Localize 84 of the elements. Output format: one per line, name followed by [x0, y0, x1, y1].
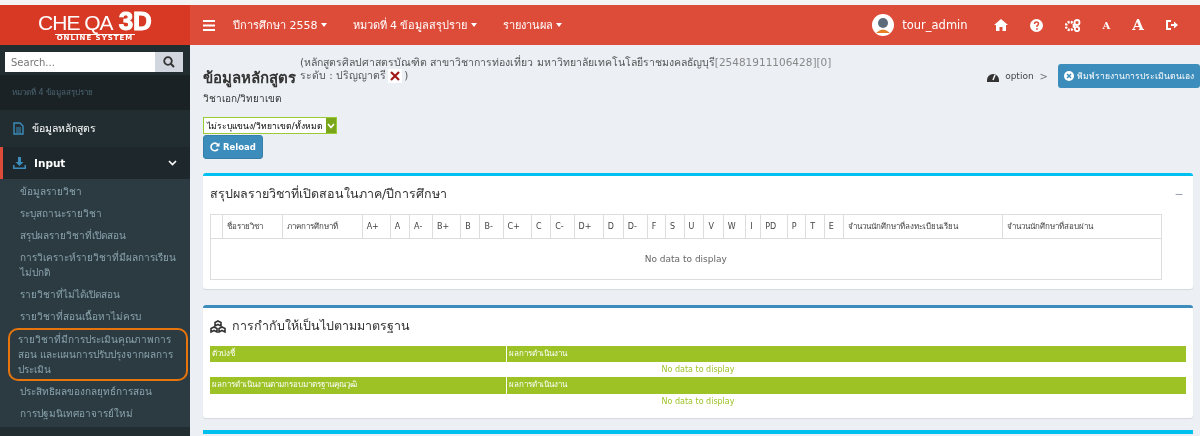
sidebar-section-header: หมวดที่ 4 ข้อมูลสรุปราย	[0, 75, 190, 110]
empty-table-message: No data to display	[660, 364, 736, 377]
column-header: P	[787, 214, 806, 239]
sidebar-subitem[interactable]: รายวิชาที่สอนเนื้อหาไม่ครบ	[8, 306, 188, 328]
blank-header-cell	[210, 214, 223, 239]
column-header: ผลการดำเนินงาน	[508, 348, 569, 360]
program-name: (หลักสูตรศิลปศาสตรบัณฑิต สาขาวิชาการท่องเที่ยว มหาวิทยาลัยเทคโนโลยีราชมงคลธัญบุรี	[300, 56, 715, 68]
column-header: PD	[760, 214, 788, 239]
column-header: B-	[479, 214, 504, 239]
column-header: B+	[432, 214, 461, 239]
column-header: จำนวนนักศึกษาที่ลงทะเบียนเรียน	[843, 214, 1003, 239]
breadcrumb-link[interactable]: option	[1005, 71, 1034, 81]
logout-icon[interactable]	[1166, 19, 1178, 31]
program-code: [25481911106428][0]	[714, 56, 832, 68]
column-header: ตัวบ่งชี้	[210, 346, 507, 363]
chevron-down-icon	[326, 122, 335, 129]
home-icon[interactable]	[993, 19, 1008, 31]
print-report-button[interactable]: พิมพ์รายงานการประเมินตนเอง	[1058, 64, 1200, 88]
document-icon	[13, 122, 24, 135]
column-header: I	[745, 214, 761, 239]
nav-dropdown[interactable]: หมวดที่ 4 ข้อมูลสรุปราย	[352, 16, 477, 34]
close-circle-icon	[1064, 71, 1074, 81]
campus-select[interactable]: ไม่ระบุแขนง/วิทยาเขต/ทั้งหมด	[203, 117, 337, 134]
sidebar-subitem[interactable]: ระบุสถานะรายวิชา	[8, 203, 188, 225]
column-header: ผลการดำเนินงาน	[508, 379, 569, 392]
sidebar-subitem[interactable]: สรุปผลรายวิชาที่เปิดสอน	[8, 225, 188, 247]
reload-button[interactable]: Reload	[203, 135, 263, 159]
username[interactable]: tour_admin	[902, 18, 968, 32]
logo-accent-text: 3D	[118, 7, 152, 34]
cubes-icon	[210, 319, 226, 333]
sidebar-subitem[interactable]: รายวิชาที่มีการประเมินคุณภาพการสอน และแผนการปรับปรุงจากผลการประเมิน	[8, 328, 188, 381]
search-button[interactable]	[155, 52, 183, 72]
column-header: ภาคการศึกษาที่	[282, 214, 363, 239]
column-header: U	[684, 214, 704, 239]
close-icon[interactable]	[388, 68, 403, 83]
column-header: A-	[409, 214, 433, 239]
column-header: V	[703, 214, 724, 239]
degree-level: ระดับ : ปริญญาตรี	[300, 69, 387, 82]
column-header: D-	[623, 214, 648, 239]
column-header: W	[723, 214, 746, 239]
column-header: A	[390, 214, 410, 239]
download-icon	[13, 157, 26, 169]
column-header: ชื่อรายวิชา	[222, 214, 283, 239]
column-header: C+	[503, 214, 532, 239]
nav-dropdown[interactable]: รายงานผล	[502, 16, 562, 34]
panel-title: การกำกับให้เป็นไปตามมาตรฐาน	[232, 317, 410, 335]
sidebar-subitem[interactable]: ประสิทธิผลของกลยุทธ์การสอน	[8, 381, 188, 403]
column-header: D	[603, 214, 624, 239]
help-icon[interactable]	[1029, 18, 1043, 32]
empty-table-message: No data to display	[660, 395, 736, 408]
panel-title: สรุปผลรายวิชาที่เปิดสอนในภาค/ปีการศึกษา	[210, 184, 448, 204]
search-field[interactable]: Search...	[5, 52, 155, 72]
column-header: A+	[362, 214, 391, 239]
column-header: ผลการดำเนินงานตามกรอบมาตรฐานคุณวุฒิ	[210, 377, 507, 394]
page-title: ข้อมูลหลักสูตร	[203, 68, 296, 90]
search-icon	[163, 56, 175, 68]
column-header: E	[824, 214, 844, 239]
sidebar-subitem[interactable]: การปฐมนิเทศอาจารย์ใหม่	[8, 403, 188, 425]
settings-icon[interactable]	[1064, 18, 1081, 32]
empty-table-message: No data to display	[210, 238, 1162, 280]
menu-icon[interactable]	[203, 19, 215, 31]
major-label: วิชาเอก/วิทยาเขต	[203, 92, 282, 106]
column-header: C-	[550, 214, 575, 239]
column-header: D+	[574, 214, 604, 239]
column-header: F	[647, 214, 666, 239]
font-decrease-button[interactable]: A	[1102, 19, 1111, 31]
column-header: จำนวนนักศึกษาที่สอบผ่าน	[1002, 214, 1162, 239]
font-increase-button[interactable]: A	[1132, 16, 1144, 34]
refresh-icon	[210, 142, 220, 152]
chevron-down-icon	[168, 160, 177, 166]
closing-parenthesis: )	[404, 69, 409, 82]
column-header: S	[665, 214, 685, 239]
sidebar-subitem[interactable]: รายวิชาที่ไม่ได้เปิดสอน	[8, 284, 188, 306]
logo-text: CHE QA	[38, 11, 113, 33]
collapse-button[interactable]: −	[1171, 186, 1186, 202]
column-header: B	[460, 214, 480, 239]
nav-dropdown[interactable]: ปีการศึกษา 2558	[233, 16, 327, 34]
sidebar-subitem[interactable]: การวิเคราะห์รายวิชาที่มีผลการเรียนไม่ปกติ	[8, 247, 188, 284]
breadcrumb-separator: >	[1039, 70, 1048, 82]
avatar-icon	[872, 14, 895, 36]
sidebar-subitem[interactable]: ข้อมูลรายวิชา	[8, 181, 188, 203]
column-header: T	[805, 214, 825, 239]
column-header: C	[531, 214, 551, 239]
sidebar-item[interactable]: Input	[0, 147, 190, 179]
